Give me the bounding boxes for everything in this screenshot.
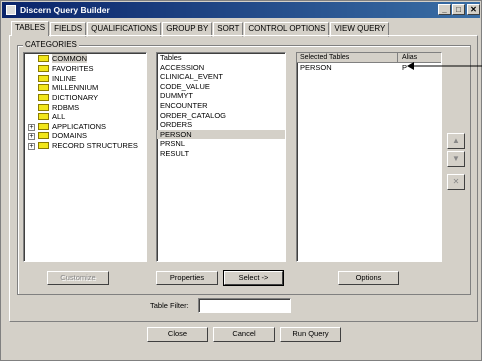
tree-item-label: DOMAINS	[52, 131, 88, 140]
folder-icon	[38, 83, 49, 91]
folder-icon	[38, 93, 49, 101]
tree-item-favorites[interactable]: FAVORITES	[38, 64, 94, 74]
annotation-arrow-icon	[407, 62, 482, 70]
tree-item-label: DICTIONARY	[52, 93, 99, 102]
remove-button[interactable]: ✕	[447, 174, 465, 190]
categories-tree[interactable]: COMMON FAVORITES INLINE MILLENNIUM DICTI…	[23, 52, 147, 262]
folder-icon	[38, 103, 49, 111]
tree-item-dictionary[interactable]: DICTIONARY	[38, 93, 98, 103]
app-icon	[6, 5, 16, 15]
tree-item-label: RDBMS	[52, 103, 80, 112]
remove-x-icon: ✕	[452, 177, 460, 186]
list-item[interactable]: ORDER_CATALOG	[157, 111, 285, 121]
minimize-button[interactable]: _	[438, 4, 451, 15]
options-button[interactable]: Options	[338, 271, 399, 285]
tab-strip: TABLES FIELDS QUALIFICATIONS GROUP BY SO…	[11, 21, 390, 37]
select-button[interactable]: Select ->	[223, 270, 284, 286]
table-filter-label: Table Filter:	[150, 301, 189, 310]
tree-item-label: INLINE	[52, 74, 77, 83]
query-builder-window: Discern Query Builder _ □ ✕ TABLES FIELD…	[0, 0, 482, 361]
list-item[interactable]: ORDERS	[157, 120, 285, 130]
folder-icon	[38, 141, 49, 149]
tree-item-label: RECORD STRUCTURES	[52, 141, 138, 150]
list-item[interactable]: DUMMYT	[157, 91, 285, 101]
customize-button[interactable]: Customize	[47, 271, 109, 285]
list-item-selected[interactable]: PERSON	[157, 129, 285, 140]
folder-icon	[38, 64, 49, 72]
tree-item-millennium[interactable]: MILLENNIUM	[38, 83, 98, 93]
tree-item-label: COMMON	[52, 54, 87, 63]
tree-item-label: APPLICATIONS	[52, 122, 107, 131]
tab-tables[interactable]: TABLES	[11, 21, 50, 36]
tree-item-common[interactable]: COMMON	[38, 54, 87, 64]
selected-tables-list[interactable]: Selected Tables Alias PERSON P	[296, 52, 442, 262]
cancel-button[interactable]: Cancel	[213, 327, 275, 342]
list-item[interactable]: PRSNL	[157, 139, 285, 149]
tree-item-label: FAVORITES	[52, 64, 94, 73]
expand-icon[interactable]: +	[28, 124, 35, 131]
run-query-button[interactable]: Run Query	[280, 327, 341, 342]
list-item[interactable]: CODE_VALUE	[157, 82, 285, 92]
folder-icon	[38, 112, 49, 120]
properties-button[interactable]: Properties	[156, 271, 218, 285]
categories-label: CATEGORIES	[23, 40, 79, 49]
list-item[interactable]: ACCESSION	[157, 63, 285, 73]
expand-icon[interactable]: +	[28, 133, 35, 140]
close-button[interactable]: Close	[147, 327, 208, 342]
table-filter-input[interactable]	[198, 298, 291, 313]
folder-icon	[38, 131, 49, 139]
up-arrow-icon: ▲	[452, 136, 460, 145]
folder-icon	[38, 122, 49, 130]
tree-item-domains[interactable]: DOMAINS	[38, 131, 87, 141]
down-arrow-icon: ▼	[452, 154, 460, 163]
tree-item-label: ALL	[52, 112, 66, 121]
list-item[interactable]: ENCOUNTER	[157, 101, 285, 111]
maximize-button[interactable]: □	[452, 4, 465, 15]
window-title: Discern Query Builder	[20, 5, 110, 15]
tree-item-label: MILLENNIUM	[52, 83, 99, 92]
tables-header: Tables	[160, 53, 182, 62]
move-up-button[interactable]: ▲	[447, 133, 465, 149]
move-down-button[interactable]: ▼	[447, 151, 465, 167]
tree-item-all[interactable]: ALL	[38, 112, 65, 122]
tree-item-record-structures[interactable]: RECORD STRUCTURES	[38, 141, 138, 151]
title-bar: Discern Query Builder _ □ ✕	[2, 2, 480, 18]
expand-icon[interactable]: +	[28, 143, 35, 150]
tables-list[interactable]: Tables ACCESSION CLINICAL_EVENT CODE_VAL…	[156, 52, 286, 262]
list-item[interactable]: RESULT	[157, 149, 285, 159]
list-item[interactable]: CLINICAL_EVENT	[157, 72, 285, 82]
selected-table-row[interactable]: PERSON	[297, 63, 390, 73]
col-selected-tables[interactable]: Selected Tables	[300, 53, 349, 62]
folder-icon	[38, 54, 49, 62]
folder-icon	[38, 74, 49, 82]
close-window-button[interactable]: ✕	[467, 4, 480, 15]
